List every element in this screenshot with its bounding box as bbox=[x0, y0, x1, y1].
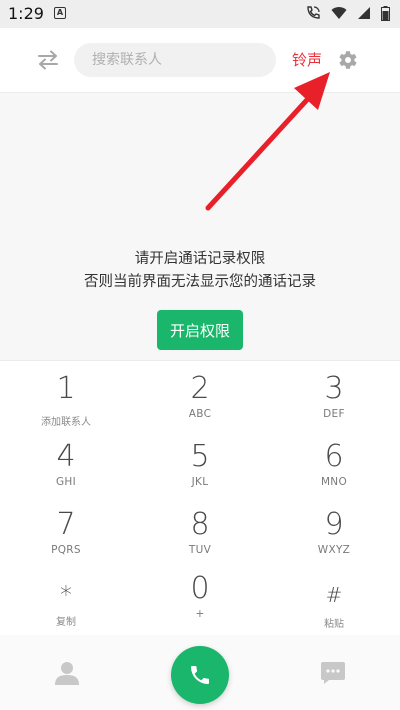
wifi-calling-icon bbox=[307, 6, 320, 19]
key-sub: 添加联系人 bbox=[41, 417, 91, 428]
notification-a-icon: A bbox=[54, 7, 66, 19]
key-sub: WXYZ bbox=[317, 544, 351, 556]
enable-permission-button[interactable]: 开启权限 bbox=[157, 310, 243, 350]
key-digit: 4 bbox=[56, 439, 76, 474]
key-sub: MNO bbox=[320, 476, 348, 488]
key-digit: 0 bbox=[190, 571, 210, 606]
signal-icon bbox=[358, 7, 370, 19]
search-input[interactable] bbox=[74, 43, 276, 77]
permission-message-line2: 否则当前界面无法显示您的通话记录 bbox=[84, 274, 316, 290]
phone-icon bbox=[191, 666, 209, 684]
gear-icon[interactable] bbox=[335, 48, 359, 72]
key-digit: 1 bbox=[56, 371, 76, 406]
key-sub: 复制 bbox=[56, 617, 76, 628]
key-digit: 3 bbox=[324, 371, 344, 406]
key-sub: + bbox=[195, 608, 205, 620]
key-digit: 8 bbox=[190, 507, 210, 542]
key-digit: * bbox=[60, 581, 72, 609]
call-button[interactable] bbox=[171, 646, 229, 704]
key-digit: 9 bbox=[324, 507, 344, 542]
key-1[interactable]: 1 添加联系人 bbox=[6, 373, 126, 443]
key-9[interactable]: 9 WXYZ bbox=[274, 509, 394, 579]
call-log-area: 请开启通话记录权限 否则当前界面无法显示您的通话记录 开启权限 bbox=[0, 93, 400, 360]
key-8[interactable]: 8 TUV bbox=[140, 509, 260, 579]
top-bar: 铃声 bbox=[0, 28, 400, 93]
key-digit: # bbox=[325, 583, 343, 607]
key-digit: 2 bbox=[190, 371, 210, 406]
contact-icon[interactable] bbox=[54, 660, 80, 686]
key-2[interactable]: 2 ABC bbox=[140, 373, 260, 443]
ringtone-button[interactable]: 铃声 bbox=[292, 49, 322, 70]
message-icon[interactable] bbox=[320, 661, 346, 685]
status-bar: 1:29 A bbox=[0, 0, 400, 28]
key-digit: 7 bbox=[56, 507, 76, 542]
status-time: 1:29 bbox=[8, 4, 44, 23]
key-5[interactable]: 5 JKL bbox=[140, 441, 260, 511]
key-sub: GHI bbox=[55, 476, 77, 488]
key-4[interactable]: 4 GHI bbox=[6, 441, 126, 511]
permission-message-line1: 请开启通话记录权限 bbox=[134, 251, 266, 267]
key-sub: PQRS bbox=[51, 544, 81, 556]
swap-icon[interactable] bbox=[36, 50, 60, 70]
key-6[interactable]: 6 MNO bbox=[274, 441, 394, 511]
wifi-icon bbox=[331, 7, 347, 20]
key-sub: JKL bbox=[191, 476, 209, 488]
key-sub: TUV bbox=[188, 544, 212, 556]
status-icons bbox=[305, 5, 390, 21]
bottom-bar bbox=[0, 635, 400, 710]
key-3[interactable]: 3 DEF bbox=[274, 373, 394, 443]
battery-icon bbox=[381, 5, 390, 21]
key-0[interactable]: 0 + bbox=[140, 573, 260, 643]
key-7[interactable]: 7 PQRS bbox=[6, 509, 126, 579]
dialpad: 1 添加联系人 2 ABC 3 DEF 4 GHI 5 JKL 6 MNO 7 … bbox=[0, 360, 400, 636]
key-digit: 5 bbox=[190, 439, 210, 474]
key-sub: ABC bbox=[188, 408, 212, 420]
key-sub: DEF bbox=[323, 408, 345, 420]
key-sub: 粘贴 bbox=[324, 619, 344, 630]
key-digit: 6 bbox=[324, 439, 344, 474]
